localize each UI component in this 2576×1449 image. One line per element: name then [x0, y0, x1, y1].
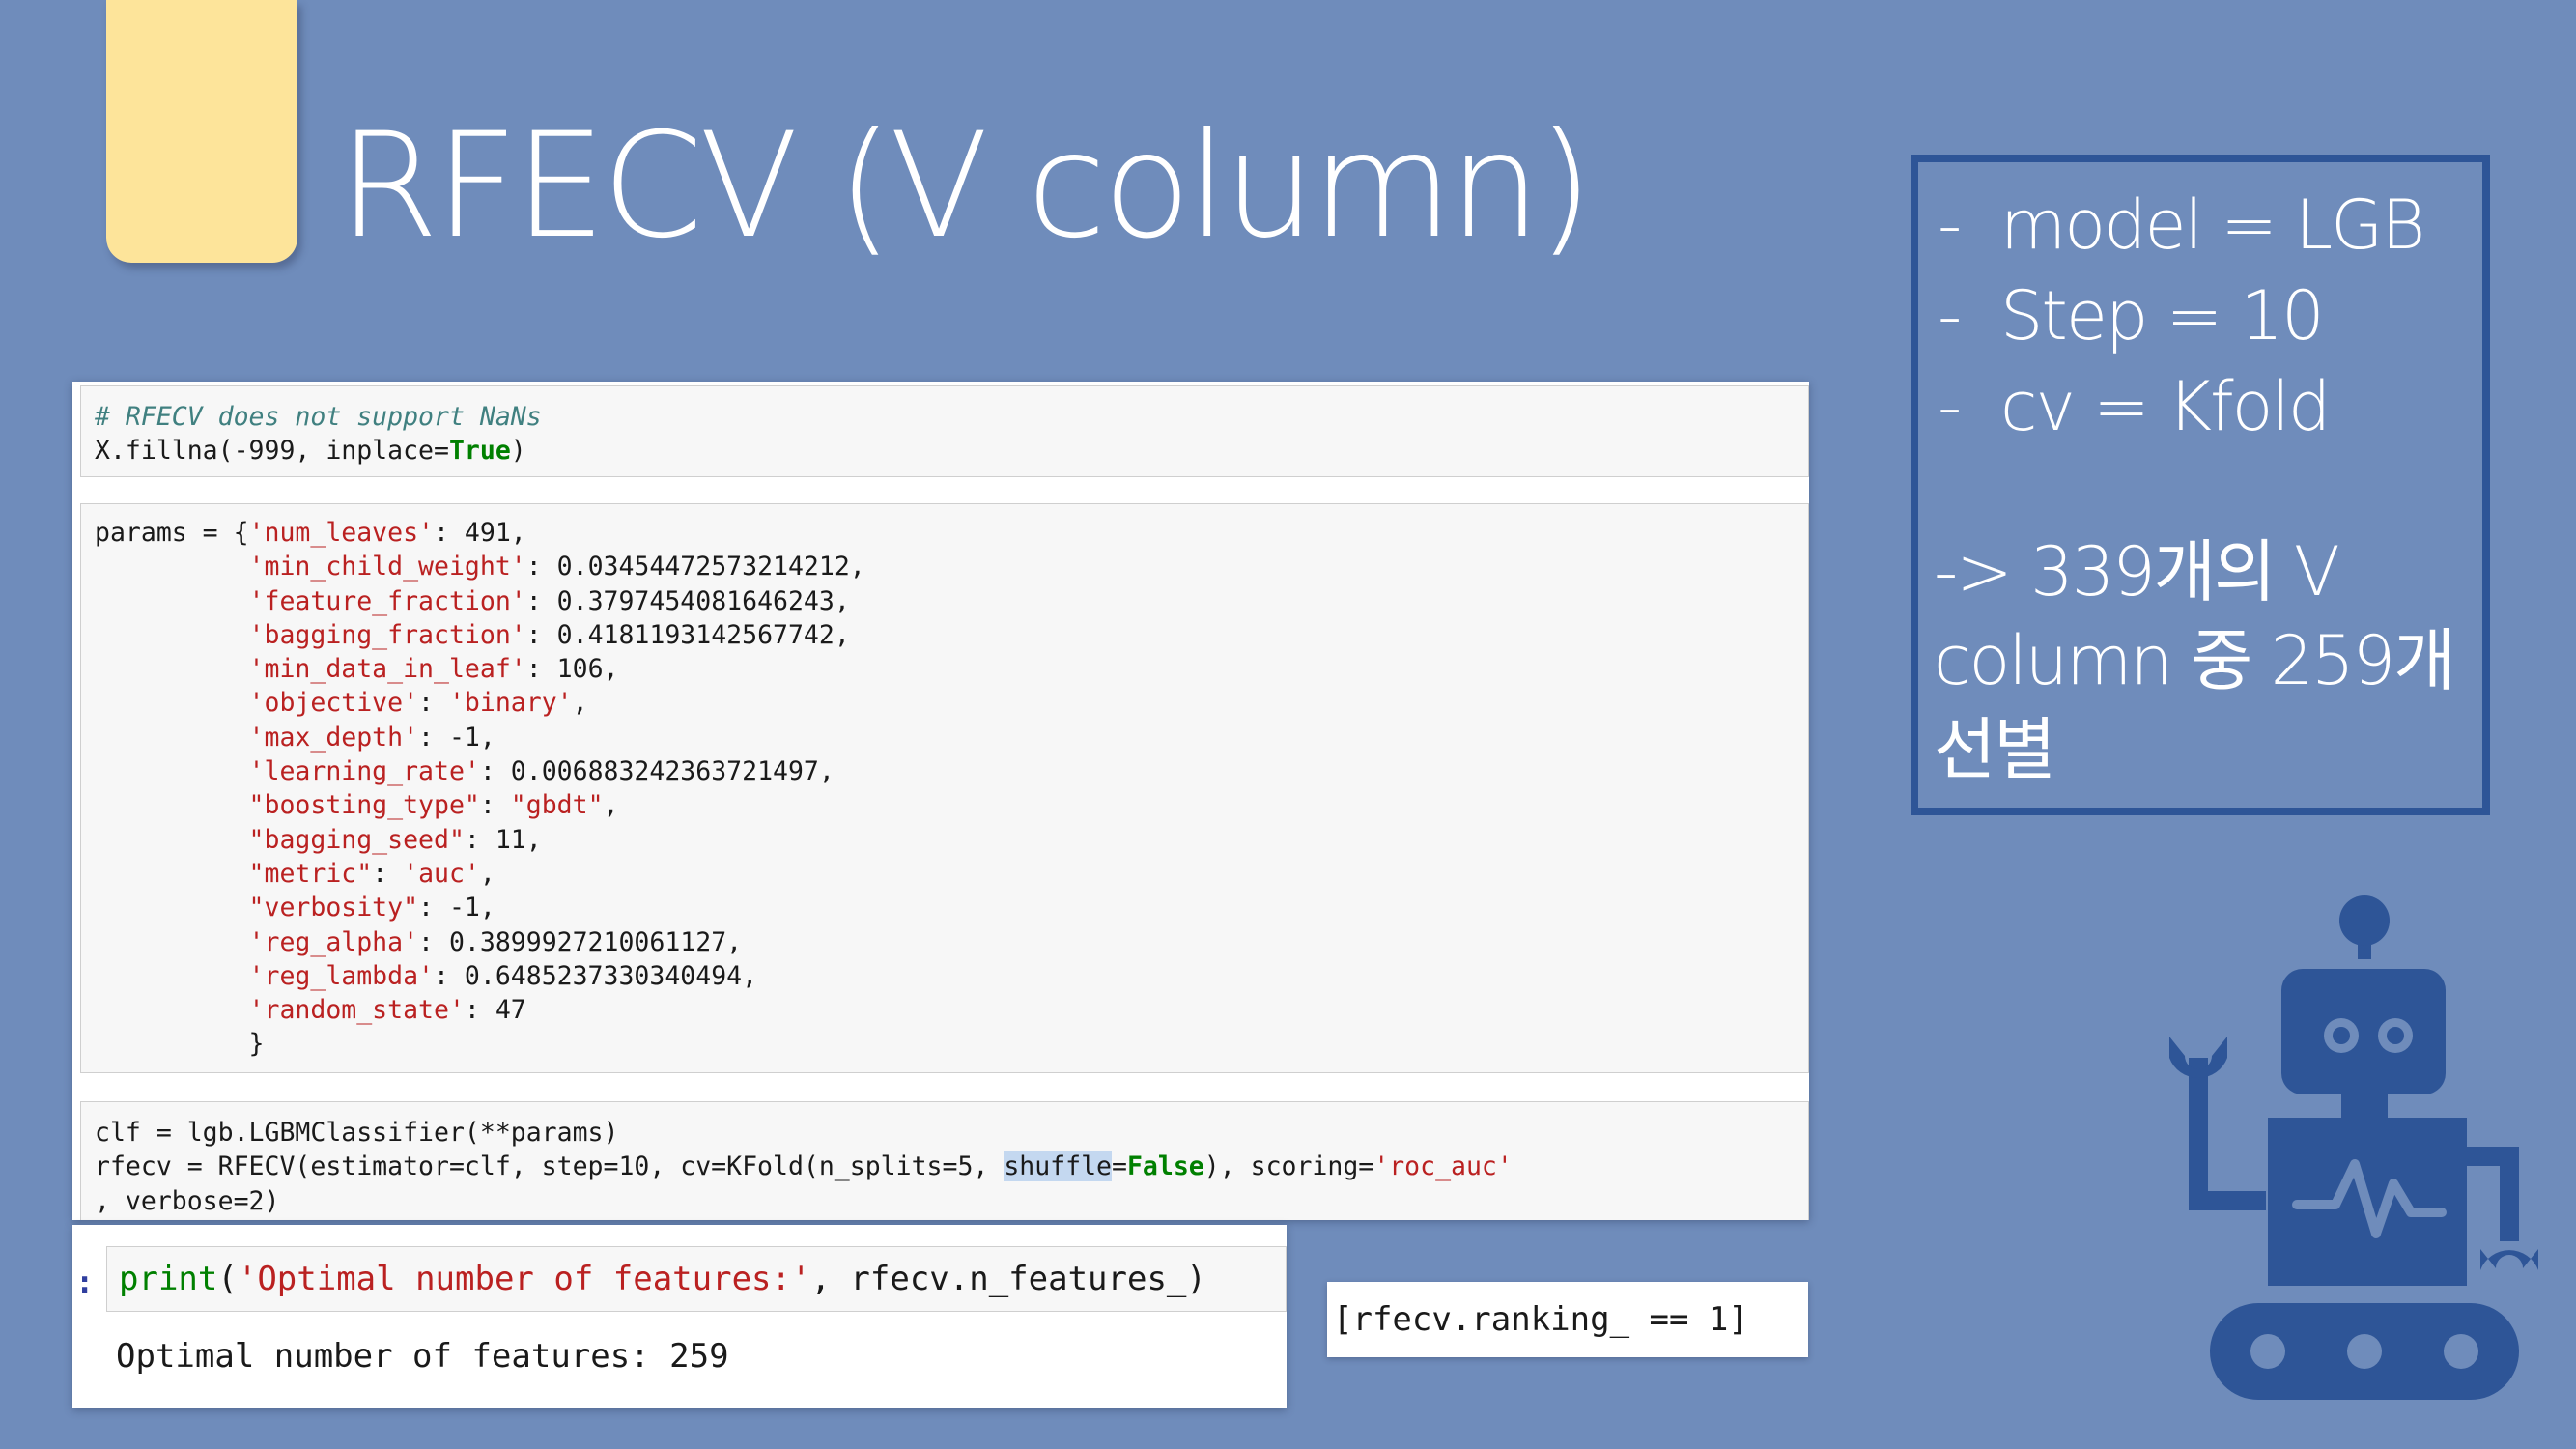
params-value: 11	[495, 824, 526, 855]
params-value: 0.006883242363721497	[510, 756, 819, 787]
bullet-dash: -	[1938, 276, 1962, 355]
params-key: 'min_data_in_leaf'	[248, 654, 526, 685]
summary-item-label: Step = 10	[2000, 276, 2325, 355]
params-value: 'binary'	[448, 688, 573, 719]
slide-title: RFECV (V column)	[338, 102, 1594, 270]
params-value: 0.4181193142567742	[556, 619, 835, 650]
summary-item-model: - model = LGB	[1938, 180, 2425, 270]
params-value: 0.3797454081646243	[556, 585, 835, 616]
summary-result-line: 선별	[1934, 710, 2056, 789]
code-params-dict: params = {'num_leaves': 491, 'min_child_…	[95, 518, 865, 1060]
summary-box: - model = LGB - Step = 10 - cv = Kfold -> 3…	[1911, 155, 2490, 815]
params-key: 'min_child_weight'	[248, 552, 526, 582]
code-paren: )	[510, 436, 526, 467]
summary-result: -> 339개의 V column 중 259개 선별	[1934, 527, 2484, 794]
cell-output-text: Optimal number of features: 259	[116, 1337, 729, 1376]
params-key: "boosting_type"	[248, 790, 480, 821]
summary-result-line: -> 339개의 V	[1934, 532, 2340, 611]
params-key: 'num_leaves'	[248, 518, 434, 548]
output-panel: : print('Optimal number of features:', r…	[72, 1225, 1287, 1408]
params-key: 'max_depth'	[248, 722, 419, 753]
bullet-dash: -	[1938, 367, 1962, 446]
summary-item-step: - Step = 10	[1938, 270, 2423, 361]
ranking-expression: [rfecv.ranking_ == 1]	[1327, 1282, 1808, 1357]
code-clf-line: clf = lgb.LGBMClassifier(**params)	[95, 1118, 619, 1148]
params-value: 0.6485237330340494	[464, 960, 743, 991]
code-verbose-line: , verbose=2)	[95, 1185, 280, 1216]
params-key: 'objective'	[248, 688, 419, 719]
code-keyword-false: False	[1126, 1151, 1204, 1182]
params-key: 'reg_alpha'	[248, 926, 419, 957]
code-fillna-call: X.fillna(-999, inplace=	[95, 436, 449, 467]
summary-item-cv: - cv = Kfold	[1938, 361, 2423, 452]
params-value: 106	[556, 654, 604, 685]
code-cell-params[interactable]: params = {'num_leaves': 491, 'min_child_…	[80, 503, 1809, 1073]
code-equals: =	[1112, 1151, 1127, 1182]
params-value: "gbdt"	[510, 790, 604, 821]
params-key: 'random_state'	[248, 995, 465, 1026]
params-key: 'bagging_fraction'	[248, 619, 526, 650]
robot-icon	[2169, 895, 2538, 1400]
params-value: -1	[448, 893, 480, 923]
summary-item-label: model = LGB	[2000, 185, 2425, 265]
code-string-roc-auc: 'roc_auc'	[1373, 1151, 1513, 1182]
params-key: 'feature_fraction'	[248, 585, 526, 616]
params-key: "verbosity"	[248, 893, 419, 923]
notebook-screenshot: # RFECV does not support NaNs X.fillna(-…	[72, 382, 1809, 1220]
params-open: params = {	[95, 518, 249, 548]
summary-result-line: column 중 259개	[1934, 621, 2456, 700]
params-value: -1	[448, 722, 480, 753]
code-cell-fillna[interactable]: # RFECV does not support NaNs X.fillna(-…	[80, 385, 1809, 477]
params-value: 0.03454472573214212	[556, 552, 850, 582]
print-string: 'Optimal number of features:'	[237, 1260, 811, 1298]
print-paren: (	[217, 1260, 238, 1298]
code-scoring: ), scoring=	[1203, 1151, 1374, 1182]
code-rfecv: clf = lgb.LGBMClassifier(**params) rfecv…	[95, 1102, 1808, 1218]
params-key: "metric"	[248, 858, 373, 889]
print-fn: print	[119, 1260, 218, 1298]
code-highlight-shuffle: shuffle	[1004, 1151, 1112, 1182]
params-value: 0.3899927210061127	[448, 926, 727, 957]
params-value: 491	[464, 518, 511, 548]
code-cell-rfecv[interactable]: clf = lgb.LGBMClassifier(**params) rfecv…	[80, 1101, 1809, 1220]
yellow-tab-decoration	[106, 0, 297, 263]
params-value: 47	[495, 995, 526, 1026]
params-key: "bagging_seed"	[248, 824, 465, 855]
summary-item-label: cv = Kfold	[2000, 367, 2331, 446]
bullet-dash: -	[1938, 185, 1962, 265]
code-comment: # RFECV does not support NaNs	[95, 402, 542, 432]
params-key: 'reg_lambda'	[248, 960, 434, 991]
code-rfecv-line: rfecv = RFECV(estimator=clf, step=10, cv…	[95, 1151, 1005, 1182]
print-args: , rfecv.n_features_)	[810, 1260, 1206, 1298]
summary-list: - model = LGB - Step = 10 - cv = Kfold	[1938, 180, 2425, 452]
params-value: 'auc'	[403, 858, 480, 889]
params-close: }	[248, 1029, 265, 1060]
params-key: 'learning_rate'	[248, 756, 480, 787]
code-keyword-true: True	[448, 436, 511, 467]
print-cell[interactable]: print('Optimal number of features:', rfe…	[106, 1246, 1287, 1312]
cell-prompt: :	[75, 1264, 95, 1300]
code-fillna: # RFECV does not support NaNs X.fillna(-…	[95, 386, 1808, 469]
